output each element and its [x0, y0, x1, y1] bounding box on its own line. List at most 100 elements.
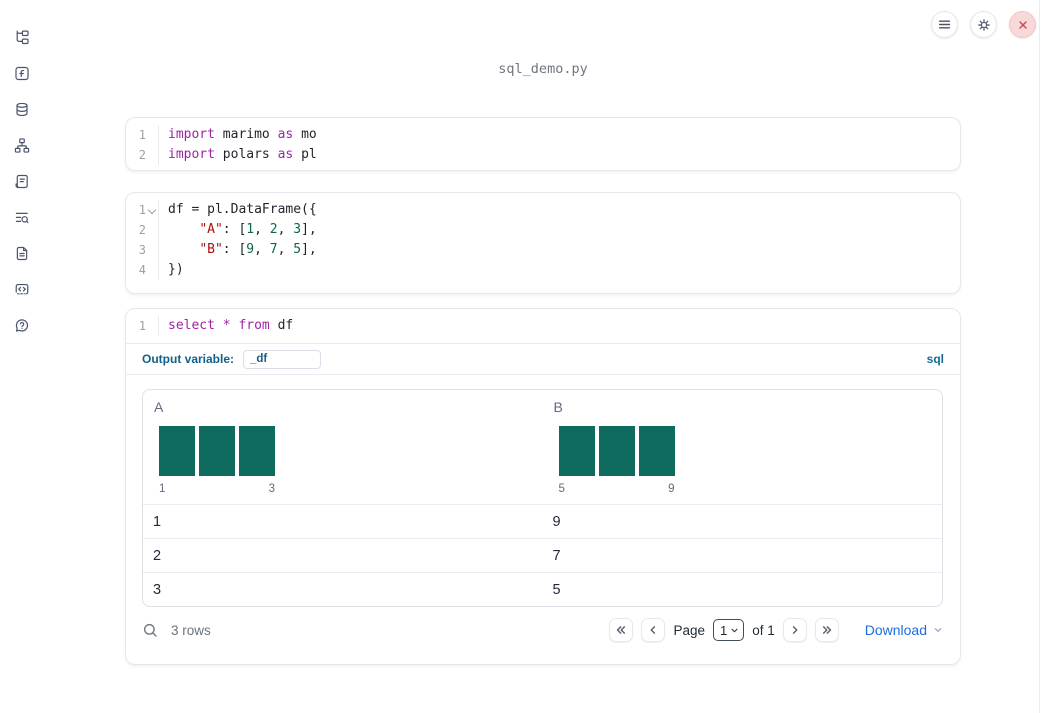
code-line[interactable]: df = pl.DataFrame({	[168, 200, 960, 220]
code-lines[interactable]: df = pl.DataFrame({ "A": [1, 2, 3], "B":…	[159, 200, 960, 280]
sql-cell[interactable]: 1 select * from df Output variable: sql …	[125, 308, 961, 665]
table-cell: 5	[552, 581, 561, 598]
code-lines[interactable]: select * from df	[159, 316, 960, 336]
column-header[interactable]: B 59	[543, 390, 943, 504]
line-number-gutter: 12	[126, 125, 159, 165]
sidebar-item-snippets[interactable]	[8, 275, 36, 303]
notebook-main: sql_demo.py 12 import marimo as mo import…	[125, 0, 961, 713]
fold-chevron-icon[interactable]	[147, 205, 157, 215]
line-number: 1	[138, 128, 146, 142]
line-number-gutter: 1 2 3 4	[126, 200, 159, 280]
table-cell: 9	[552, 513, 561, 530]
close-button[interactable]	[1009, 11, 1036, 38]
chevrons-right-icon	[822, 626, 831, 634]
dataframe-output: A13B59 192735	[126, 375, 960, 607]
histogram	[159, 426, 275, 476]
histogram-bar	[598, 426, 635, 476]
database-icon	[16, 102, 28, 116]
list-search-icon	[15, 212, 29, 223]
histogram-axis-labels: 13	[159, 483, 275, 495]
sidebar-item-table-of-contents[interactable]	[8, 203, 36, 231]
table-header-row: A 13 B 59	[143, 390, 942, 504]
output-variable-label: Output variable:	[142, 352, 235, 366]
settings-button[interactable]	[970, 11, 997, 38]
network-icon	[14, 137, 30, 153]
page-label: Page	[673, 622, 705, 638]
scroll-icon	[15, 174, 28, 188]
right-edge-divider	[1039, 0, 1040, 713]
code-line[interactable]: import polars as pl	[168, 145, 960, 165]
file-tree-icon	[16, 29, 29, 44]
code-editor[interactable]: 1 select * from df	[126, 309, 960, 344]
sidebar-item-dependency-graph[interactable]	[8, 131, 36, 159]
sidebar-item-documentation[interactable]	[8, 239, 36, 267]
help-bubble-icon	[15, 318, 29, 332]
sidebar-item-logs[interactable]	[8, 167, 36, 195]
column-name: B	[553, 399, 563, 415]
search-button[interactable]	[142, 622, 159, 639]
chevron-down-icon	[934, 628, 942, 632]
line-number-gutter: 1	[126, 316, 159, 336]
first-page-button[interactable]	[609, 618, 634, 642]
table-cell: 7	[552, 547, 561, 564]
notebook-title: sql_demo.py	[498, 61, 588, 77]
sidebar-item-help[interactable]	[8, 311, 36, 339]
page-of-label: of 1	[752, 622, 775, 638]
function-icon	[15, 66, 29, 80]
table-body: 192735	[143, 504, 942, 606]
page-select[interactable]: 1	[712, 619, 745, 641]
table-row: 35	[143, 572, 942, 606]
next-page-button[interactable]	[782, 618, 807, 642]
sidebar-item-variables[interactable]	[8, 59, 36, 87]
chevron-right-icon	[792, 626, 798, 634]
download-label: Download	[864, 622, 927, 638]
column-name: A	[154, 399, 164, 415]
histogram-bar	[159, 426, 195, 476]
download-button[interactable]: Download	[865, 622, 944, 638]
table-cell: 1	[153, 513, 162, 530]
row-count: 3 rows	[171, 622, 211, 638]
last-page-button[interactable]	[814, 618, 839, 642]
close-icon	[1018, 20, 1027, 29]
output-variable-input[interactable]	[243, 349, 322, 369]
data-table: A13B59 192735	[142, 389, 943, 607]
line-number: 4	[138, 263, 146, 277]
histogram-bar	[638, 426, 675, 476]
code-cell-imports[interactable]: 12 import marimo as mo import polars as p…	[125, 117, 961, 171]
table-row: 19	[143, 504, 942, 538]
line-number: 1	[126, 200, 158, 220]
chevron-down-icon	[731, 628, 738, 632]
code-line[interactable]: })	[168, 260, 960, 280]
code-editor[interactable]: 1 2 3 4 df = pl.DataFrame({ "A": [1, 2, 3],…	[126, 193, 960, 287]
table-row: 27	[143, 538, 942, 572]
line-number: 2	[138, 223, 146, 237]
code-lines[interactable]: import marimo as mo import polars as pl	[159, 125, 960, 165]
code-line[interactable]: "A": [1, 2, 3],	[168, 220, 960, 240]
search-icon	[143, 623, 157, 637]
table-cell: 2	[153, 547, 162, 564]
histogram	[558, 426, 675, 476]
code-editor[interactable]: 12 import marimo as mo import polars as p…	[126, 118, 960, 170]
line-number: 2	[138, 148, 146, 162]
histogram-bar	[239, 426, 275, 476]
output-variable-row: Output variable: sql	[126, 344, 960, 375]
code-line[interactable]: import marimo as mo	[168, 125, 960, 145]
table-cell: 3	[153, 581, 162, 598]
code-box-icon	[15, 283, 29, 294]
line-number: 1	[138, 319, 146, 333]
code-line[interactable]: "B": [9, 7, 5],	[168, 240, 960, 260]
gear-icon	[977, 18, 990, 31]
column-header[interactable]: A 13	[143, 390, 543, 504]
histogram-axis-labels: 59	[558, 483, 675, 495]
sidebar-item-file-explorer[interactable]	[8, 23, 36, 51]
prev-page-button[interactable]	[641, 618, 666, 642]
code-cell-dataframe[interactable]: 1 2 3 4 df = pl.DataFrame({ "A": [1, 2, 3],…	[125, 192, 961, 294]
histogram-bar	[558, 426, 595, 476]
sidebar-item-data-sources[interactable]	[8, 95, 36, 123]
histogram-bar	[199, 426, 235, 476]
sidebar	[0, 0, 44, 713]
code-line[interactable]: select * from df	[168, 316, 960, 336]
document-icon	[16, 246, 28, 260]
line-number: 3	[138, 243, 146, 257]
language-badge-sql: sql	[926, 352, 944, 366]
